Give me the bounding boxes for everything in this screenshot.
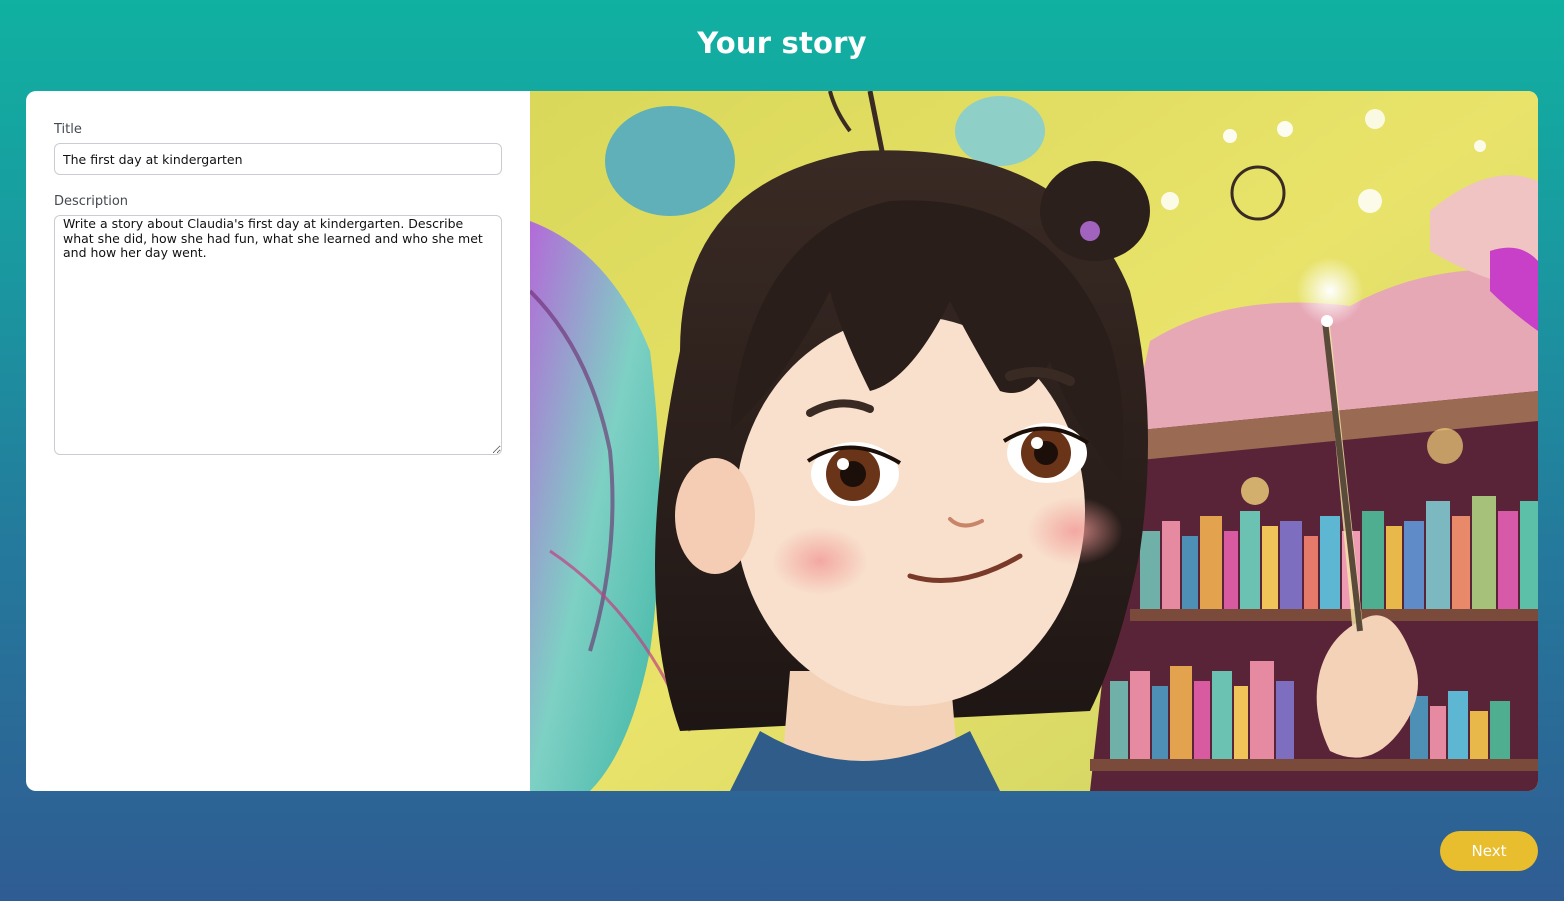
- story-card: Title Description Write a story about Cl…: [26, 91, 1538, 791]
- title-label: Title: [54, 122, 82, 137]
- story-form: Title Description Write a story about Cl…: [26, 91, 530, 791]
- girl-fairy-illustration: [530, 91, 1538, 791]
- page-title: Your story: [697, 26, 867, 60]
- next-button[interactable]: Next: [1440, 831, 1538, 871]
- title-input[interactable]: [54, 143, 502, 175]
- description-label: Description: [54, 194, 129, 209]
- description-textarea[interactable]: Write a story about Claudia's first day …: [54, 215, 502, 455]
- story-illustration: [530, 91, 1538, 791]
